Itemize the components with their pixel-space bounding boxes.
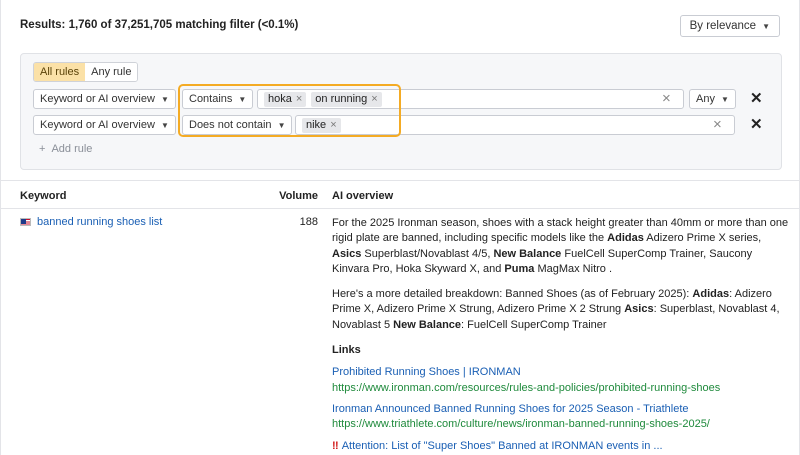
- tag-label: on running: [315, 93, 368, 105]
- brand-name: New Balance: [393, 318, 462, 331]
- match-label: Any: [696, 93, 715, 105]
- brand-name: Adidas: [692, 288, 730, 301]
- sort-dropdown[interactable]: By relevance ▼: [679, 15, 780, 37]
- column-header-keyword[interactable]: Keyword: [20, 190, 66, 202]
- tag-label: nike: [306, 119, 327, 131]
- brand-name: Asics: [624, 303, 654, 316]
- caret-down-icon: ▼: [720, 94, 729, 104]
- overview-text: Adizero Prime X series,: [643, 232, 762, 245]
- brand-name: Puma: [504, 262, 535, 275]
- operator-label: Contains: [189, 93, 233, 105]
- remove-tag-icon[interactable]: ×: [296, 93, 302, 105]
- overview-text: Here's a more detailed breakdown: Banned…: [332, 288, 693, 301]
- source-link-title[interactable]: Ironman Announced Banned Running Shoes f…: [332, 402, 790, 417]
- caret-down-icon: ▼: [277, 120, 286, 130]
- divider: [1, 208, 800, 209]
- brand-name: Adidas: [607, 232, 644, 245]
- tag-label: hoka: [268, 93, 292, 105]
- keyword-link[interactable]: banned running shoes list: [37, 216, 162, 228]
- overview-text: : FuelCell SuperComp Trainer: [461, 318, 607, 331]
- remove-rule-icon[interactable]: ✕: [750, 91, 763, 106]
- clear-input-icon[interactable]: ×: [713, 117, 722, 132]
- sort-label: By relevance: [689, 20, 757, 32]
- us-flag-icon: [20, 218, 31, 226]
- operator-label: Does not contain: [189, 119, 272, 131]
- any-rule-option[interactable]: Any rule: [85, 63, 138, 81]
- operator-dropdown-row1[interactable]: Contains ▼: [182, 89, 254, 109]
- column-header-ai-overview[interactable]: AI overview: [332, 190, 393, 202]
- results-panel: Results: 1,760 of 37,251,705 matching fi…: [0, 0, 800, 455]
- ai-overview-cell: For the 2025 Ironman season, shoes with …: [332, 216, 790, 455]
- tag-chip: nike ×: [302, 117, 341, 133]
- link-title-text: Attention: List of "Super Shoes" Banned …: [341, 439, 663, 452]
- source-link-url[interactable]: https://www.triathlete.com/culture/news/…: [332, 417, 790, 432]
- remove-tag-icon[interactable]: ×: [371, 93, 377, 105]
- brand-name: Asics: [332, 247, 362, 260]
- caret-down-icon: ▼: [762, 21, 770, 31]
- source-link-url[interactable]: https://www.ironman.com/resources/rules-…: [332, 381, 790, 396]
- filter-builder: All rules Any rule Keyword or AI overvie…: [20, 53, 782, 170]
- field-label: Keyword or AI overview: [40, 93, 155, 105]
- results-count: Results: 1,760 of 37,251,705 matching fi…: [20, 19, 299, 31]
- overview-text: Superblast/Novablast 4/5,: [361, 247, 494, 260]
- clear-input-icon[interactable]: ×: [662, 91, 671, 106]
- match-dropdown[interactable]: Any ▼: [689, 89, 736, 109]
- link-title-text: Prohibited Running Shoes | IRONMAN: [332, 366, 521, 379]
- volume-cell: 188: [299, 216, 318, 228]
- all-rules-option[interactable]: All rules: [34, 63, 86, 81]
- overview-paragraph: For the 2025 Ironman season, shoes with …: [332, 216, 790, 277]
- rules-toggle: All rules Any rule: [33, 62, 139, 82]
- brand-name: New Balance: [493, 247, 562, 260]
- overview-text: MagMax Nitro .: [534, 262, 613, 275]
- field-label: Keyword or AI overview: [40, 119, 155, 131]
- tag-chip: on running ×: [311, 91, 382, 107]
- overview-paragraph: Here's a more detailed breakdown: Banned…: [332, 287, 790, 333]
- caret-down-icon: ▼: [160, 94, 169, 104]
- double-exclamation-icon: ‼: [332, 439, 342, 452]
- source-link-title[interactable]: Prohibited Running Shoes | IRONMAN: [332, 365, 790, 380]
- add-rule-button[interactable]: + Add rule: [39, 143, 92, 155]
- field-dropdown-row2[interactable]: Keyword or AI overview ▼: [33, 115, 176, 135]
- caret-down-icon: ▼: [160, 120, 169, 130]
- tag-chip: hoka ×: [264, 91, 307, 107]
- exclude-tags-input[interactable]: nike ×: [295, 115, 735, 135]
- operator-dropdown-row2[interactable]: Does not contain ▼: [182, 115, 293, 135]
- column-header-volume[interactable]: Volume: [279, 190, 318, 202]
- plus-icon: +: [39, 143, 46, 155]
- remove-rule-icon[interactable]: ✕: [750, 117, 763, 132]
- links-heading: Links: [332, 344, 361, 357]
- remove-tag-icon[interactable]: ×: [330, 119, 336, 131]
- divider: [1, 180, 800, 181]
- keyword-cell: banned running shoes list: [20, 216, 162, 228]
- include-tags-input[interactable]: hoka × on running ×: [257, 89, 684, 109]
- caret-down-icon: ▼: [238, 94, 247, 104]
- links-list: Prohibited Running Shoes | IRONMAN https:…: [332, 365, 790, 455]
- source-link-title[interactable]: ‼ Attention: List of "Super Shoes" Banne…: [332, 439, 790, 454]
- add-rule-label: Add rule: [51, 143, 93, 155]
- link-title-text: Ironman Announced Banned Running Shoes f…: [332, 402, 689, 415]
- field-dropdown-row1[interactable]: Keyword or AI overview ▼: [33, 89, 176, 109]
